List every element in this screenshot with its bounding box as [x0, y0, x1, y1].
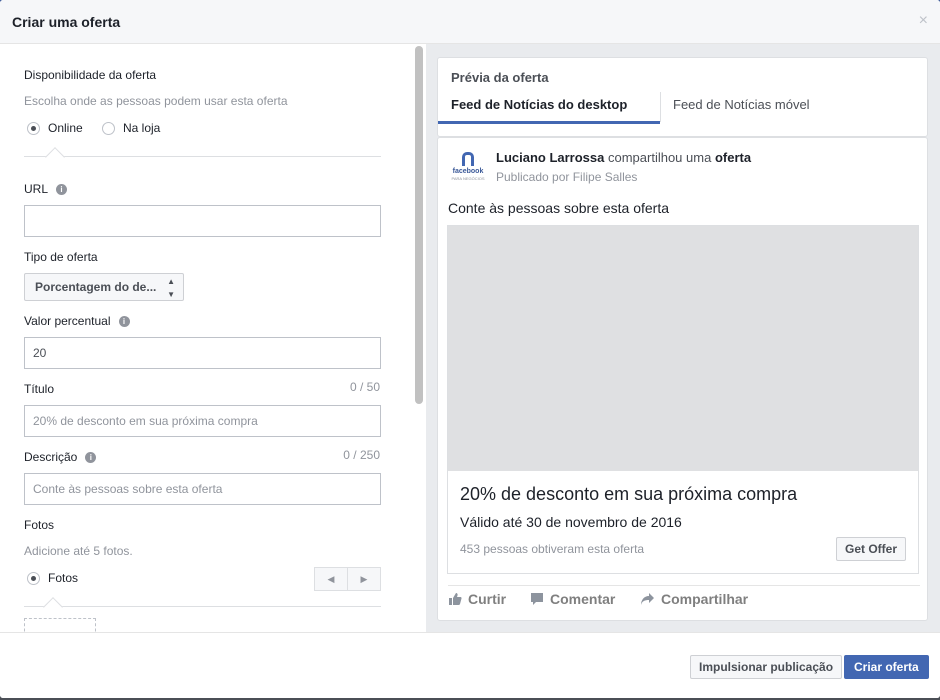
brand-logo-sub: PARA NEGÓCIOS — [451, 176, 485, 181]
post-author-line: Luciano Larrossa compartilhou uma oferta — [496, 150, 751, 165]
shared-text: compartilhou uma — [604, 150, 715, 165]
offer-claimed-count: 453 pessoas obtiveram esta oferta — [460, 542, 645, 556]
create-offer-button[interactable]: Criar oferta — [844, 655, 929, 679]
section-divider — [24, 156, 381, 157]
shared-object-link[interactable]: oferta — [715, 150, 751, 165]
select-arrows-icon: ▲ ▼ — [167, 277, 175, 299]
radio-unselected-icon — [102, 121, 115, 135]
selection-pointer — [43, 597, 63, 617]
add-photo-slot[interactable] — [24, 618, 96, 632]
percent-value-input[interactable]: 20 — [24, 337, 381, 369]
author-name-link[interactable]: Luciano Larrossa — [496, 150, 604, 165]
selection-pointer — [45, 147, 65, 167]
percent-value-label-text: Valor percentual — [24, 314, 111, 328]
photos-help: Adicione até 5 fotos. — [24, 544, 133, 558]
create-offer-dialog: Criar uma oferta × Disponibilidade da of… — [0, 0, 940, 698]
share-button[interactable]: Compartilhar — [640, 591, 748, 607]
preview-header: Prévia da oferta Feed de Notícias do des… — [437, 57, 928, 137]
section-divider — [24, 606, 381, 607]
availability-help: Escolha onde as pessoas podem usar esta … — [24, 94, 288, 108]
radio-in-store[interactable]: Na loja — [102, 121, 160, 135]
dialog-header: Criar uma oferta × — [0, 0, 940, 44]
radio-online[interactable]: Online — [27, 121, 83, 135]
url-label: URL i — [24, 182, 68, 196]
page-avatar[interactable]: facebook PARA NEGÓCIOS — [448, 148, 488, 188]
offer-type-label: Tipo de oferta — [24, 250, 98, 264]
radio-photos-label: Fotos — [48, 571, 79, 585]
radio-selected-icon — [27, 121, 40, 135]
post-preview: facebook PARA NEGÓCIOS Luciano Larrossa … — [437, 137, 928, 621]
post-body: Conte às pessoas sobre esta oferta — [448, 200, 670, 216]
like-button[interactable]: Curtir — [448, 591, 506, 607]
availability-label: Disponibilidade da oferta — [24, 68, 157, 82]
description-input[interactable]: Conte às pessoas sobre esta oferta — [24, 473, 381, 505]
offer-card: 20% de desconto em sua próxima compra Vá… — [447, 225, 919, 574]
published-by: Publicado por Filipe Salles — [496, 170, 638, 184]
prev-arrow-icon[interactable]: ◀ — [315, 568, 348, 590]
scroll-thumb[interactable] — [415, 46, 423, 404]
radio-selected-icon — [27, 571, 40, 585]
comment-label: Comentar — [550, 591, 616, 607]
close-icon[interactable]: × — [919, 12, 928, 30]
actions-divider — [448, 585, 920, 586]
share-icon — [641, 593, 654, 605]
offer-form: Disponibilidade da oferta Escolha onde a… — [0, 44, 426, 632]
tab-desktop-feed[interactable]: Feed de Notícias do desktop — [451, 96, 627, 124]
preview-title: Prévia da oferta — [451, 70, 549, 85]
offer-preview-panel: Prévia da oferta Feed de Notícias do des… — [426, 44, 940, 632]
title-char-counter: 0 / 50 — [349, 380, 380, 394]
info-icon[interactable]: i — [56, 184, 68, 195]
thumbs-up-icon — [449, 593, 462, 605]
form-scrollbar[interactable] — [415, 46, 423, 632]
percent-value-label: Valor percentual i — [24, 314, 130, 328]
info-icon[interactable]: i — [118, 316, 130, 327]
radio-online-label: Online — [48, 121, 83, 135]
url-input[interactable] — [24, 205, 381, 237]
dialog-title: Criar uma oferta — [12, 14, 121, 30]
description-label-text: Descrição — [24, 450, 78, 464]
brand-logo-word: facebook — [452, 168, 484, 175]
brand-logo-icon — [462, 152, 474, 166]
url-label-text: URL — [24, 182, 49, 196]
boost-post-button[interactable]: Impulsionar publicação — [690, 655, 843, 679]
title-input[interactable]: 20% de desconto em sua próxima compra — [24, 405, 381, 437]
offer-image-placeholder — [448, 226, 918, 471]
comment-icon — [531, 593, 543, 605]
offer-validity: Válido até 30 de novembro de 2016 — [460, 514, 682, 530]
photo-pager: ◀ ▶ — [314, 567, 381, 591]
active-tab-underline — [438, 121, 660, 124]
photos-label: Fotos — [24, 518, 55, 532]
offer-type-value: Porcentagem do de... — [35, 280, 157, 294]
comment-button[interactable]: Comentar — [530, 591, 615, 607]
offer-title: 20% de desconto em sua próxima compra — [460, 484, 798, 504]
title-label: Título — [24, 382, 55, 396]
like-label: Curtir — [468, 591, 507, 607]
next-arrow-icon[interactable]: ▶ — [348, 568, 380, 590]
radio-photos[interactable]: Fotos — [27, 571, 78, 585]
get-offer-button[interactable]: Get Offer — [835, 537, 906, 561]
dialog-footer: Impulsionar publicação Criar oferta — [0, 632, 940, 698]
radio-in-store-label: Na loja — [123, 121, 161, 135]
share-label: Compartilhar — [661, 591, 749, 607]
description-label: Descrição i — [24, 450, 97, 464]
description-char-counter: 0 / 250 — [343, 448, 380, 462]
tab-mobile-feed[interactable]: Feed de Notícias móvel — [673, 96, 810, 124]
info-icon[interactable]: i — [85, 452, 97, 463]
offer-type-select[interactable]: Porcentagem do de... ▲ ▼ — [24, 273, 184, 301]
tab-separator — [660, 92, 661, 122]
